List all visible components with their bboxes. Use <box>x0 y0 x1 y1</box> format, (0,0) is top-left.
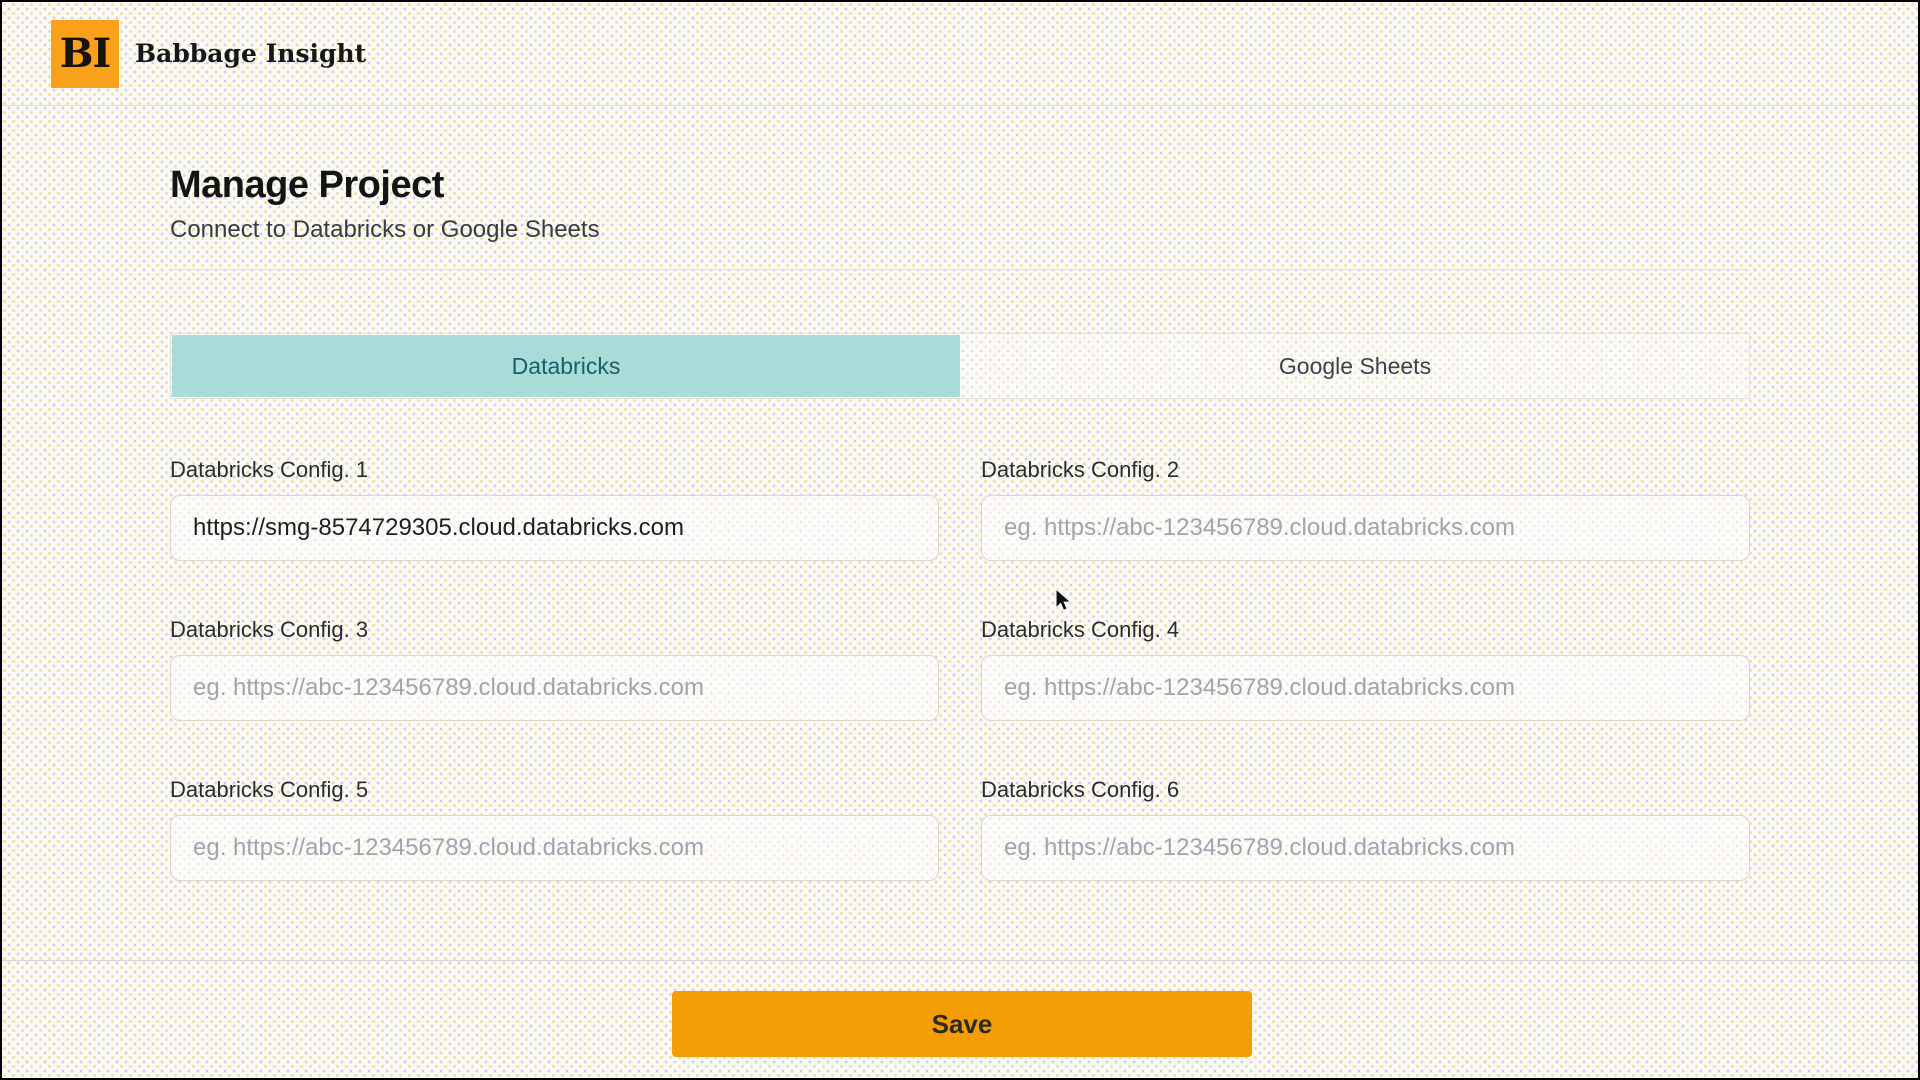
page-subtitle: Connect to Databricks or Google Sheets <box>170 216 1750 244</box>
tab-google-sheets[interactable]: Google Sheets <box>961 334 1749 398</box>
input-databricks-config-4[interactable] <box>981 655 1750 721</box>
field-label-config-4: Databricks Config. 4 <box>981 617 1750 643</box>
field-databricks-config-5: Databricks Config. 5 <box>170 777 939 881</box>
field-label-config-2: Databricks Config. 2 <box>981 457 1750 483</box>
field-databricks-config-4: Databricks Config. 4 <box>981 617 1750 721</box>
footer-divider <box>2 960 1918 961</box>
field-label-config-5: Databricks Config. 5 <box>170 777 939 803</box>
page-title: Manage Project <box>170 164 1750 207</box>
manage-project-page: { "header": { "logo_text": "BI", "app_na… <box>0 0 1920 1080</box>
app-title: Babbage Insight <box>135 39 366 68</box>
field-label-config-3: Databricks Config. 3 <box>170 617 939 643</box>
field-label-config-6: Databricks Config. 6 <box>981 777 1750 803</box>
tab-databricks[interactable]: Databricks <box>172 335 960 397</box>
field-label-config-1: Databricks Config. 1 <box>170 457 939 483</box>
input-databricks-config-5[interactable] <box>170 815 939 881</box>
field-databricks-config-6: Databricks Config. 6 <box>981 777 1750 881</box>
input-databricks-config-1[interactable] <box>170 495 939 561</box>
input-databricks-config-2[interactable] <box>981 495 1750 561</box>
input-databricks-config-6[interactable] <box>981 815 1750 881</box>
app-logo: BI <box>51 20 119 88</box>
source-tab-strip: Databricks Google Sheets <box>170 333 1750 399</box>
save-button[interactable]: Save <box>672 991 1252 1057</box>
field-databricks-config-3: Databricks Config. 3 <box>170 617 939 721</box>
field-databricks-config-1: Databricks Config. 1 <box>170 457 939 561</box>
main-content: Manage Project Connect to Databricks or … <box>2 164 1918 881</box>
subtitle-divider <box>170 269 1750 270</box>
app-header: BI Babbage Insight <box>2 2 1918 106</box>
app-logo-text: BI <box>60 30 111 77</box>
field-databricks-config-2: Databricks Config. 2 <box>981 457 1750 561</box>
input-databricks-config-3[interactable] <box>170 655 939 721</box>
config-form: Databricks Config. 1 Databricks Config. … <box>170 457 1750 881</box>
